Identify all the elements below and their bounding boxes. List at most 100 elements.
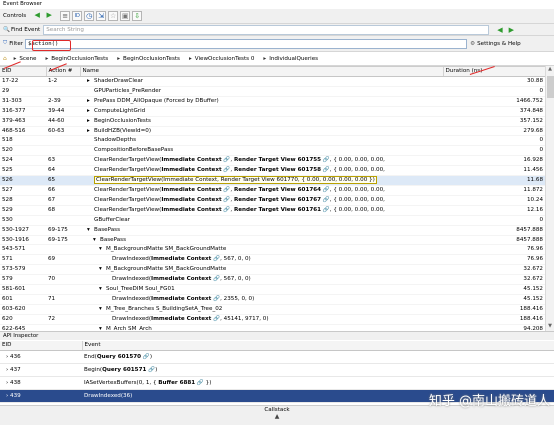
- event-row[interactable]: 579 70 DrawIndexed(Immediate Context 🔗, 56…: [0, 274, 545, 286]
- find-next-icon[interactable]: ▶: [509, 26, 514, 34]
- settings-gear-icon[interactable]: ⚙: [470, 41, 475, 47]
- step-back-icon[interactable]: ◀: [32, 11, 42, 21]
- event-row[interactable]: 620 72 DrawIndexed(Immediate Context 🔗, 45…: [0, 314, 545, 325]
- bookmark-icon[interactable]: ☆: [108, 11, 119, 21]
- breadcrumb: ⌂ ▸ Scene ▸ BeginOcclusionTests ▸ BeginOcclus…: [0, 52, 554, 66]
- search-input[interactable]: Search String: [43, 24, 490, 35]
- tree-expander-icon[interactable]: ▾: [99, 245, 102, 253]
- breadcrumb-item[interactable]: ViewOcclusionTests 0: [195, 56, 255, 62]
- link-icon[interactable]: 🔗,: [222, 167, 234, 173]
- timeline-icon[interactable]: ≡: [60, 11, 71, 21]
- event-row[interactable]: 529 68 ClearRenderTargetView(Immediate Con…: [0, 205, 545, 216]
- api-row[interactable]: › 437 Begin(Query 601571 🔗): [0, 363, 554, 377]
- breadcrumb-item[interactable]: BeginOcclusionTests: [123, 56, 180, 62]
- event-row[interactable]: 530 GBufferClear 0: [0, 215, 545, 226]
- tree-expander-icon[interactable]: ▾: [99, 285, 102, 293]
- export-icon[interactable]: ⇩: [132, 11, 143, 21]
- col-duration-header[interactable]: Duration (ns): [443, 67, 545, 77]
- api-col-event[interactable]: Event: [82, 341, 554, 351]
- settings-help-button[interactable]: Settings & Help: [477, 41, 521, 47]
- breadcrumb-item[interactable]: BeginOcclusionTests: [51, 56, 108, 62]
- event-name: ClearRenderTargetView(: [94, 206, 162, 213]
- ids-icon[interactable]: ID: [72, 11, 83, 21]
- filter-input[interactable]: $action(): [25, 38, 468, 49]
- tree-expander-icon[interactable]: ▾: [87, 226, 90, 234]
- event-row[interactable]: 17-22 1-2 ▸ ShaderDrawClear 30.88: [0, 76, 545, 87]
- event-row[interactable]: 525 64 ClearRenderTargetView(Immediate Con…: [0, 165, 545, 177]
- tree-expander-icon[interactable]: ▾: [93, 236, 96, 244]
- api-eid: 438: [10, 380, 21, 386]
- time-icon[interactable]: ◷: [84, 11, 95, 21]
- api-row[interactable]: › 438 IASetVertexBuffers(0, 1, { Buffer 6…: [0, 376, 554, 390]
- tree-expander-icon[interactable]: ▸: [87, 127, 90, 135]
- link-icon[interactable]: 🔗: [211, 316, 220, 322]
- link-icon[interactable]: 🔗: [211, 296, 220, 302]
- link-icon[interactable]: 🔗: [195, 380, 204, 386]
- event-row[interactable]: 581-601 ▾ Soul_TreeDIM Soul_FG01 45.152: [0, 284, 545, 295]
- rtv-id: 601761: [297, 206, 322, 213]
- event-row[interactable]: 316-377 39-44 ▸ ComputeLightGrid 374.848: [0, 106, 545, 117]
- tree-expander-icon[interactable]: ▸: [87, 107, 90, 115]
- event-row[interactable]: 530-1927 69-175 ▾ BasePass 8457.888: [0, 225, 545, 236]
- event-row[interactable]: 530-1916 69-175 ▾ BasePass 8457.888: [0, 235, 545, 246]
- api-col-eid[interactable]: EID: [0, 341, 83, 351]
- event-row[interactable]: 526 65 ClearRenderTargetView(Immediate Con…: [0, 175, 545, 186]
- api-resource[interactable]: Buffer 6881: [158, 380, 195, 386]
- link-icon[interactable]: 🔗: [211, 256, 220, 262]
- event-row[interactable]: 29 GPUParticles_PreRender 0: [0, 86, 545, 97]
- link-icon[interactable]: 🔗,: [321, 157, 333, 163]
- event-row[interactable]: 524 63 ClearRenderTargetView(Immediate Con…: [0, 155, 545, 167]
- event-row[interactable]: 528 67 ClearRenderTargetView(Immediate Con…: [0, 195, 545, 206]
- link-icon[interactable]: 🔗,: [222, 157, 234, 163]
- api-resource[interactable]: Query 601571: [102, 367, 146, 373]
- tree-expander-icon[interactable]: ▸: [87, 77, 90, 85]
- collapse-icon[interactable]: ▣: [120, 11, 131, 21]
- tree-expander-icon[interactable]: ▸: [87, 117, 90, 125]
- event-row[interactable]: 518 ShadowDepths 0: [0, 135, 545, 147]
- find-prev-icon[interactable]: ◀: [497, 26, 502, 34]
- event-row[interactable]: 31-303 2-39 ▸ PrePass DDM_AllOpaque (Forced…: [0, 96, 545, 107]
- api-eid-cell: › 436: [0, 350, 82, 364]
- home-icon[interactable]: ⌂: [3, 56, 7, 62]
- event-row[interactable]: 622-645 ▾ M_Arch SM_Arch 94.208: [0, 324, 545, 331]
- event-row[interactable]: 601 71 DrawIndexed(Immediate Context 🔗, 23…: [0, 294, 545, 305]
- api-row[interactable]: › 436 End(Query 601570 🔗): [0, 350, 554, 364]
- tree-expander-icon[interactable]: ▾: [99, 265, 102, 273]
- api-resource[interactable]: Query 601570: [97, 354, 141, 360]
- event-row[interactable]: 379-463 44-60 ▸ BeginOcclusionTests 357.152: [0, 116, 545, 127]
- breadcrumb-item[interactable]: Scene: [19, 56, 36, 62]
- link-icon[interactable]: 🔗,: [321, 207, 333, 213]
- breadcrumb-item[interactable]: IndividualQueries: [269, 56, 318, 62]
- link-icon[interactable]: 🔗,: [321, 167, 333, 173]
- link-icon[interactable]: 🔗,: [222, 207, 234, 213]
- link-icon[interactable]: 🔗,: [321, 187, 333, 193]
- event-row[interactable]: 468-516 60-63 ▸ BuildHZB(ViewId=0) 279.68: [0, 126, 545, 137]
- event-row[interactable]: 573-579 ▾ M_BackgroundMatte SM_BackGroundM…: [0, 264, 545, 276]
- link-icon[interactable]: 🔗: [141, 354, 150, 360]
- col-name-header[interactable]: Name: [80, 67, 444, 77]
- event-row[interactable]: 527 66 ClearRenderTargetView(Immediate Con…: [0, 185, 545, 196]
- event-name: ShaderDrawClear: [94, 78, 144, 84]
- tree-expander-icon[interactable]: ▾: [99, 305, 102, 313]
- link-icon[interactable]: 🔗,: [321, 197, 333, 203]
- link-icon[interactable]: 🔗,: [222, 197, 234, 203]
- scroll-up-icon[interactable]: ▲: [546, 66, 554, 74]
- event-row[interactable]: 571 69 DrawIndexed(Immediate Context 🔗, 56…: [0, 254, 545, 266]
- scroll-down-icon[interactable]: ▼: [546, 323, 554, 331]
- link-icon[interactable]: 🔗: [211, 276, 220, 282]
- link-icon[interactable]: 🔗,: [222, 187, 234, 193]
- link-icon[interactable]: 🔗: [146, 367, 155, 373]
- scroll-thumb[interactable]: [547, 76, 554, 98]
- tree-expander-icon[interactable]: ▸: [87, 97, 90, 105]
- event-scrollbar[interactable]: ▲ ▼: [545, 66, 554, 331]
- col-eid-header[interactable]: EID: [0, 67, 47, 77]
- event-row[interactable]: 520 CompositionBeforeBasePass 0: [0, 145, 545, 157]
- callstack-expand-icon[interactable]: ▲: [0, 414, 554, 420]
- event-eid: 379-463: [0, 116, 46, 127]
- event-row[interactable]: 603-620 ▾ M_Tree_Branches S_BuildingSetA_T…: [0, 304, 545, 315]
- expand-icon[interactable]: ⇲: [96, 11, 107, 21]
- event-row[interactable]: 543-571 ▾ M_BackgroundMatte SM_BackGroundM…: [0, 244, 545, 256]
- event-eid: 530: [0, 215, 46, 226]
- step-forward-icon[interactable]: ▶: [44, 11, 54, 21]
- event-tree[interactable]: EID Action # Name Duration (ns) 17-22 1-2…: [0, 66, 545, 331]
